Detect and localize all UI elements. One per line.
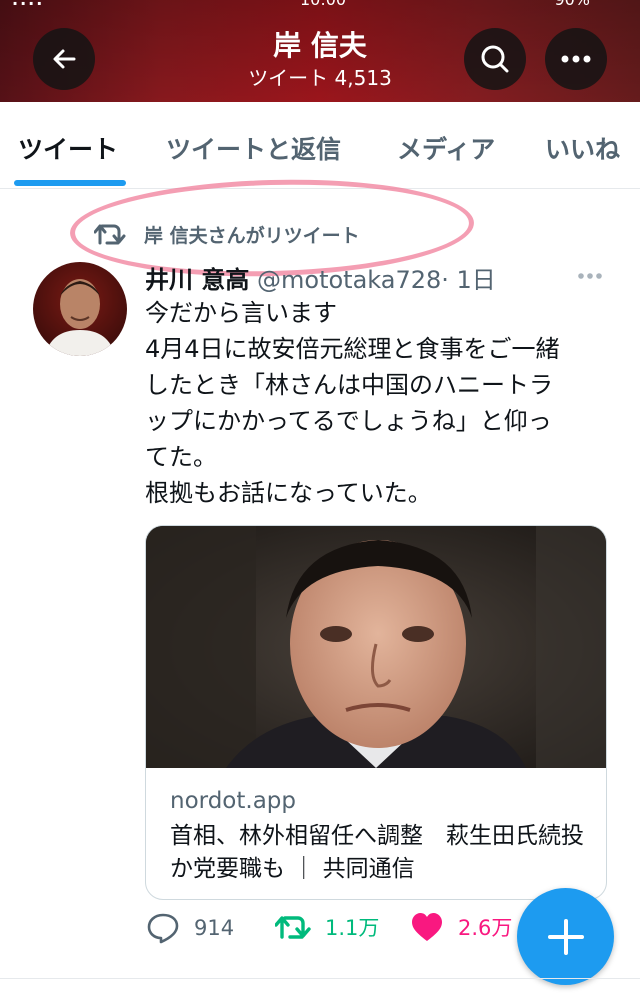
link-preview-domain: nordot.app <box>170 788 296 814</box>
status-bar: .... 10:00 90% <box>0 0 640 10</box>
tab-media[interactable]: メディア <box>397 130 495 166</box>
tweet-menu-button[interactable] <box>575 264 605 292</box>
retweet-icon <box>275 916 311 939</box>
news-photo <box>146 526 606 768</box>
tweet-text-line: ップにかかってるでしょうね」と仰っ <box>145 407 552 435</box>
active-tab-indicator <box>14 180 126 186</box>
author-name[interactable]: 井川 意高 <box>145 266 249 294</box>
tweet-time[interactable]: · 1日 <box>441 266 496 294</box>
plus-icon <box>547 918 584 955</box>
profile-header: .... 10:00 90% 岸 信夫 ツイート 4,513 <box>0 0 640 102</box>
more-button[interactable] <box>545 28 607 90</box>
compose-tweet-button[interactable] <box>517 888 614 985</box>
profile-tabs: ツイート ツイートと返信 メディア いいね <box>0 102 640 189</box>
tweet-text: 今だから言います 4月4日に故安倍元総理と食事をご一緒 したとき「林さんは中国の… <box>145 295 615 511</box>
tweet-text-line: したとき「林さんは中国のハニートラ <box>145 371 553 399</box>
like-count: 2.6万 <box>458 916 513 940</box>
tweet-text-line: 4月4日に故安倍元総理と食事をご一緒 <box>145 335 560 363</box>
tab-likes[interactable]: いいね <box>545 130 620 166</box>
more-horizontal-icon <box>561 55 591 63</box>
reply-button[interactable]: 914 <box>146 912 234 944</box>
search-button[interactable] <box>464 28 526 90</box>
tab-tweets[interactable]: ツイート <box>18 130 118 166</box>
heart-icon <box>412 913 442 941</box>
profile-name: 岸 信夫 <box>273 29 367 62</box>
link-preview-card[interactable]: nordot.app 首相、林外相留任へ調整 萩生田氏続投か党要職も ｜ 共同通… <box>145 525 607 900</box>
tweet-count: ツイート 4,513 <box>248 66 392 90</box>
link-preview-title: 首相、林外相留任へ調整 萩生田氏続投か党要職も ｜ 共同通信 <box>170 823 584 882</box>
tweet-text-line: 今だから言います <box>145 299 337 327</box>
search-icon <box>481 45 509 73</box>
tweet-divider <box>0 978 640 979</box>
like-button[interactable]: 2.6万 <box>410 912 512 942</box>
reply-icon <box>147 913 179 944</box>
link-preview-image <box>146 526 606 768</box>
tab-tweets-and-replies[interactable]: ツイートと返信 <box>166 130 341 166</box>
avatar[interactable] <box>33 262 127 356</box>
more-horizontal-icon <box>578 273 602 279</box>
avatar-photo <box>33 262 127 356</box>
tweet-text-line: 根拠もお話になっていた。 <box>145 479 432 507</box>
clock: 10:00 <box>300 0 346 9</box>
battery-level: 90% <box>554 0 590 9</box>
retweet-button[interactable]: 1.1万 <box>275 912 379 942</box>
retweet-count: 1.1万 <box>325 916 380 940</box>
tweet-author-line: 井川 意高 @mototaka728· 1日 <box>145 260 496 295</box>
tweet-text-line: てた。 <box>145 443 217 471</box>
author-handle[interactable]: @mototaka728 <box>257 266 441 294</box>
signal-indicator: .... <box>12 0 44 9</box>
reply-count: 914 <box>194 916 235 940</box>
